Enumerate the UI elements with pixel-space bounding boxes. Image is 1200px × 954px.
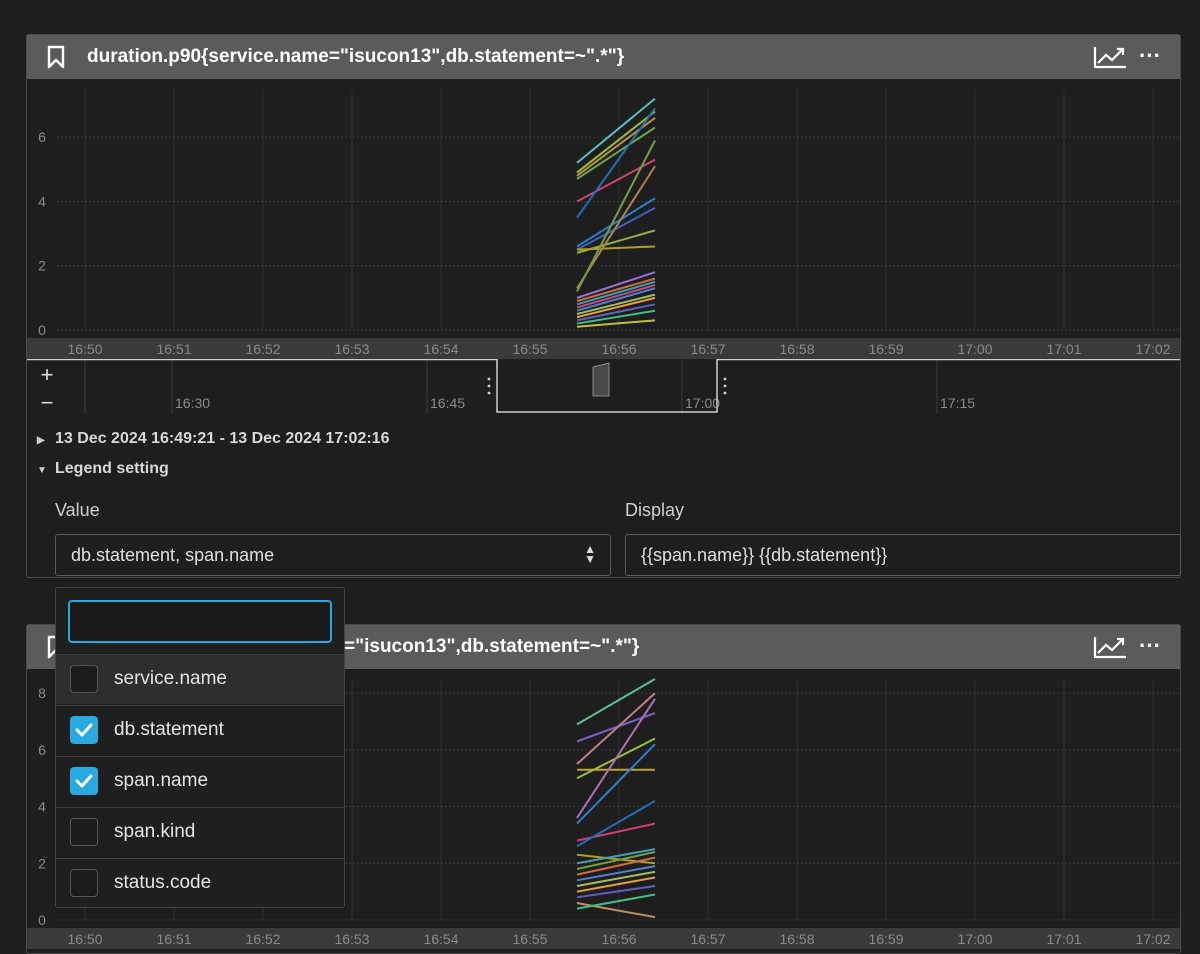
- caret-right-icon: ▶: [37, 435, 45, 446]
- nav-tick-label: 16:45: [430, 395, 465, 411]
- navigator-track[interactable]: 16:30 16:45 17:00 17:15: [27, 358, 1180, 419]
- drag-handle-icon[interactable]: [723, 384, 727, 388]
- checkbox-unchecked-icon[interactable]: [70, 665, 98, 693]
- x-tick-label: 16:58: [779, 341, 814, 357]
- time-range-toggle[interactable]: ▶ 13 Dec 2024 16:49:21 - 13 Dec 2024 17:0…: [37, 430, 389, 448]
- navigator-mini-chart: [592, 362, 610, 397]
- x-tick-label: 16:56: [601, 341, 636, 357]
- display-input-text: {{span.name}} {{db.statement}}: [641, 545, 888, 565]
- x-tick-label: 16:55: [512, 341, 547, 357]
- x-tick-label: 17:02: [1135, 341, 1170, 357]
- y-tick-label: 0: [38, 322, 46, 338]
- x-tick-label: 16:50: [67, 931, 102, 947]
- caret-down-icon: ▼: [37, 465, 47, 476]
- legend-setting-toggle[interactable]: ▼ Legend setting: [37, 460, 169, 478]
- series-line: [576, 245, 656, 251]
- value-select[interactable]: db.statement, span.name ▲ ▼: [55, 534, 611, 576]
- checkbox-checked-icon[interactable]: [70, 716, 98, 744]
- series-line: [576, 692, 656, 765]
- x-tick-label: 16:53: [334, 931, 369, 947]
- x-tick-label: 16:55: [512, 931, 547, 947]
- series-line: [576, 822, 656, 842]
- y-tick-label: 8: [38, 685, 46, 701]
- x-tick-label: 16:52: [245, 341, 280, 357]
- dropdown-option-label: status.code: [114, 872, 212, 893]
- select-arrows-icon: ▲ ▼: [584, 542, 596, 566]
- x-tick-label: 16:57: [690, 931, 725, 947]
- legend-value-dropdown: service.name db.statement span.name span.ki…: [55, 587, 345, 908]
- drag-handle-icon[interactable]: [487, 384, 491, 388]
- dropdown-option[interactable]: status.code: [56, 858, 344, 908]
- y-tick-label: 0: [38, 912, 46, 928]
- nav-tick-label: 17:00: [685, 395, 720, 411]
- bookmark-icon[interactable]: [45, 45, 67, 69]
- value-select-text: db.statement, span.name: [71, 545, 275, 565]
- series-line: [576, 800, 656, 848]
- value-label: Value: [55, 500, 100, 520]
- x-tick-label: 16:52: [245, 931, 280, 947]
- x-tick-label: 17:00: [957, 931, 992, 947]
- y-tick-label: 4: [38, 193, 46, 209]
- y-tick-label: 6: [38, 129, 46, 145]
- line-chart: 16:50 16:51 16:52 16:53 16:54 16:55 16:56 16:57…: [27, 89, 1180, 359]
- y-tick-label: 2: [38, 258, 46, 274]
- x-tick-label: 16:54: [423, 931, 458, 947]
- nav-tick-label: 17:15: [940, 395, 975, 411]
- x-tick-label: 16:57: [690, 341, 725, 357]
- x-tick-label: 16:51: [156, 931, 191, 947]
- series-line: [576, 197, 656, 248]
- dropdown-option-label: span.name: [114, 770, 209, 791]
- y-tick-label: 4: [38, 799, 46, 815]
- dropdown-option[interactable]: span.kind: [56, 807, 344, 857]
- dropdown-option[interactable]: service.name: [56, 654, 344, 704]
- checkbox-unchecked-icon[interactable]: [70, 869, 98, 897]
- x-tick-label: 16:50: [67, 341, 102, 357]
- dropdown-option-label: db.statement: [114, 719, 224, 740]
- series-line: [576, 743, 656, 825]
- drag-handle-icon[interactable]: [487, 377, 491, 381]
- x-tick-label: 16:59: [868, 931, 903, 947]
- x-tick-label: 16:51: [156, 341, 191, 357]
- dropdown-option[interactable]: span.name: [56, 756, 344, 806]
- chart-type-icon[interactable]: [1092, 44, 1128, 70]
- dropdown-search-input[interactable]: [68, 600, 332, 643]
- dropdown-option[interactable]: db.statement: [56, 705, 344, 755]
- x-tick-label: 17:02: [1135, 931, 1170, 947]
- more-options-icon[interactable]: ···: [1138, 635, 1162, 659]
- x-tick-label: 16:58: [779, 931, 814, 947]
- time-navigator[interactable]: 16:30 16:45 17:00 17:15 + −: [27, 358, 1180, 419]
- zoom-in-button[interactable]: +: [37, 364, 57, 386]
- x-tick-label: 16:59: [868, 341, 903, 357]
- nav-tick-label: 16:30: [175, 395, 210, 411]
- panel-header: duration.p90{service.name="isucon13",db.…: [27, 35, 1180, 79]
- zoom-out-button[interactable]: −: [37, 392, 57, 414]
- drag-handle-icon[interactable]: [487, 391, 491, 395]
- checkbox-checked-icon[interactable]: [70, 767, 98, 795]
- y-tick-label: 6: [38, 742, 46, 758]
- chart-type-icon[interactable]: [1092, 634, 1128, 660]
- checkbox-unchecked-icon[interactable]: [70, 818, 98, 846]
- chart-panel-1: duration.p90{service.name="isucon13",db.…: [26, 34, 1181, 578]
- panel-title-text: ="isucon13",db.statement=~".*"}: [344, 636, 640, 657]
- dropdown-option-label: service.name: [114, 668, 227, 689]
- x-tick-label: 17:01: [1046, 931, 1081, 947]
- x-tick-label: 16:53: [334, 341, 369, 357]
- drag-handle-icon[interactable]: [723, 377, 727, 381]
- x-tick-label: 16:56: [601, 931, 636, 947]
- series-line: [576, 902, 656, 919]
- x-tick-label: 16:54: [423, 341, 458, 357]
- panel-title: duration.p90{service.name="isucon13",db.…: [87, 46, 625, 67]
- drag-handle-icon[interactable]: [723, 391, 727, 395]
- dropdown-option-label: span.kind: [114, 821, 196, 842]
- time-range-text: 13 Dec 2024 16:49:21 - 13 Dec 2024 17:02…: [55, 430, 390, 447]
- more-options-icon[interactable]: ···: [1138, 45, 1162, 69]
- y-tick-label: 2: [38, 855, 46, 871]
- x-tick-label: 17:00: [957, 341, 992, 357]
- display-input[interactable]: {{span.name}} {{db.statement}}: [625, 534, 1181, 576]
- x-tick-label: 17:01: [1046, 341, 1081, 357]
- legend-setting-title: Legend setting: [55, 460, 169, 477]
- display-label: Display: [625, 500, 685, 520]
